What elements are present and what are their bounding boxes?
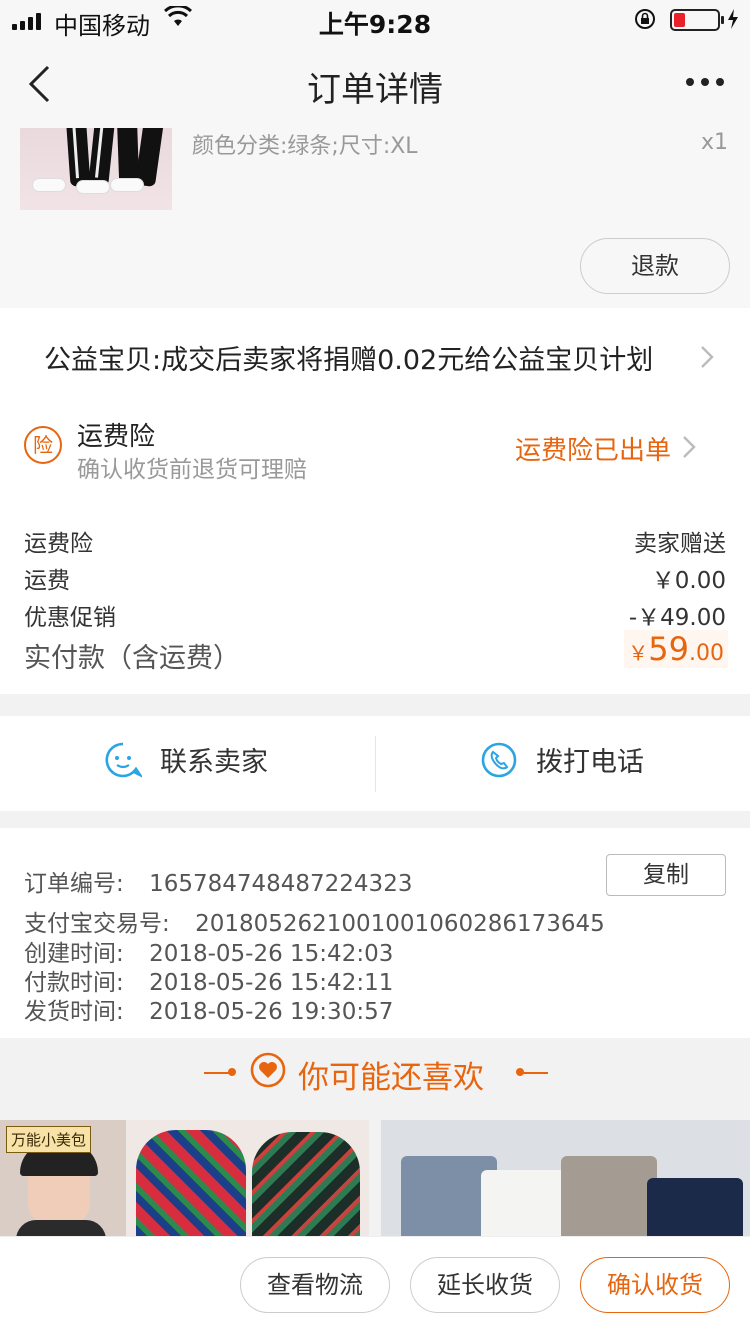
copy-button[interactable]: 复制 [606, 854, 726, 896]
insurance-subtitle: 确认收货前退货可理赔 [77, 457, 307, 483]
decor-dash [520, 1072, 548, 1074]
fee-label: 运费险 [24, 531, 93, 557]
product-spec: 颜色分类:绿条;尺寸:XL [192, 134, 418, 159]
recommend-header: 你可能还喜欢 [0, 1038, 750, 1118]
bottom-action-bar: 查看物流 延长收货 确认收货 [0, 1236, 750, 1334]
recommend-title: 你可能还喜欢 [298, 1060, 484, 1096]
extend-receipt-button[interactable]: 延长收货 [410, 1257, 560, 1313]
rotation-lock-icon [635, 9, 655, 29]
fee-row: 优惠促销 -￥49.00 [24, 598, 726, 632]
product-tag: 万能小美包 [6, 1126, 92, 1153]
order-number-value: 1657847484872243​23 [149, 871, 413, 897]
insurance-title: 运费险 [77, 422, 156, 452]
product-image [561, 1156, 657, 1236]
fee-label: 优惠促销 [24, 605, 116, 631]
product-thumbnail[interactable] [20, 128, 172, 210]
recommend-card[interactable]: 万能小美包 [0, 1120, 369, 1236]
total-integer: 59 [648, 630, 689, 668]
recommend-card[interactable] [381, 1120, 750, 1236]
shipped-time-value: 2018-05-26 19:30:57 [149, 999, 394, 1025]
chat-icon [105, 742, 142, 777]
fee-label: 运费 [24, 568, 70, 594]
recommend-grid: 万能小美包 [0, 1120, 750, 1236]
total-currency: ￥ [628, 641, 649, 665]
charging-icon [728, 9, 738, 29]
call-button[interactable]: 拨打电话 [480, 740, 644, 779]
contact-section: 联系卖家 拨打电话 [0, 716, 750, 811]
total-decimal: .00 [689, 641, 724, 666]
battery-icon [670, 9, 724, 31]
refund-button[interactable]: 退款 [580, 238, 730, 294]
product-image [481, 1170, 571, 1236]
product-quantity: x1 [700, 130, 728, 155]
insurance-icon: 险 [24, 426, 62, 464]
order-info-section: 订单编号: 1657847484872243​23 复制 支付宝交易号: 201… [0, 828, 750, 1038]
insurance-status-link[interactable]: 运费险已出单 [515, 430, 671, 467]
chevron-right-icon [701, 346, 714, 368]
order-number-row: 订单编号: 1657847484872243​23 [24, 864, 412, 898]
decor-dot [228, 1068, 236, 1076]
fee-value: 卖家赠送 [634, 531, 726, 557]
product-section: 颜色分类:绿条;尺寸:XL x1 退款 [0, 128, 750, 308]
fee-row: 运费 ￥0.00 [24, 561, 726, 595]
phone-icon [481, 742, 517, 777]
heart-icon [250, 1052, 286, 1088]
contact-seller-label: 联系卖家 [160, 747, 268, 778]
chevron-right-icon [683, 436, 696, 458]
alipay-number-label: 支付宝交易号: [24, 911, 170, 937]
product-image [136, 1130, 246, 1236]
page-title: 订单详情 [307, 70, 443, 110]
divider [375, 736, 376, 792]
more-icon[interactable] [686, 78, 724, 86]
shipped-time-label: 发货时间: [24, 999, 124, 1025]
status-bar: 中国移动 上午9:28 [0, 0, 750, 40]
order-summary-section: 公益宝贝:成交后卖家将捐赠0.02元给公益宝贝计划 险 运费险 确认收货前退货可… [0, 308, 750, 694]
confirm-receipt-button[interactable]: 确认收货 [580, 1257, 730, 1313]
decor-dash [204, 1072, 230, 1074]
nav-bar: 订单详情 [0, 40, 750, 128]
product-image [647, 1178, 743, 1236]
fee-row: 运费险 卖家赠送 [24, 524, 726, 558]
fee-value: ￥0.00 [651, 568, 726, 594]
fee-value: -￥49.00 [628, 605, 726, 631]
call-label: 拨打电话 [536, 747, 644, 778]
charity-notice[interactable]: 公益宝贝:成交后卖家将捐赠0.02元给公益宝贝计划 [44, 338, 653, 377]
contact-seller-button[interactable]: 联系卖家 [104, 740, 268, 779]
product-image [252, 1132, 360, 1236]
view-logistics-button[interactable]: 查看物流 [240, 1257, 390, 1313]
shipped-time-row: 发货时间: 2018-05-26 19:30:57 [24, 992, 393, 1026]
total-price: ￥59.00 [624, 630, 728, 668]
alipay-number-row: 支付宝交易号: 2018052621001001060286173645 [24, 904, 605, 938]
total-label: 实付款（含运费） [24, 643, 240, 674]
order-number-label: 订单编号: [24, 871, 124, 897]
